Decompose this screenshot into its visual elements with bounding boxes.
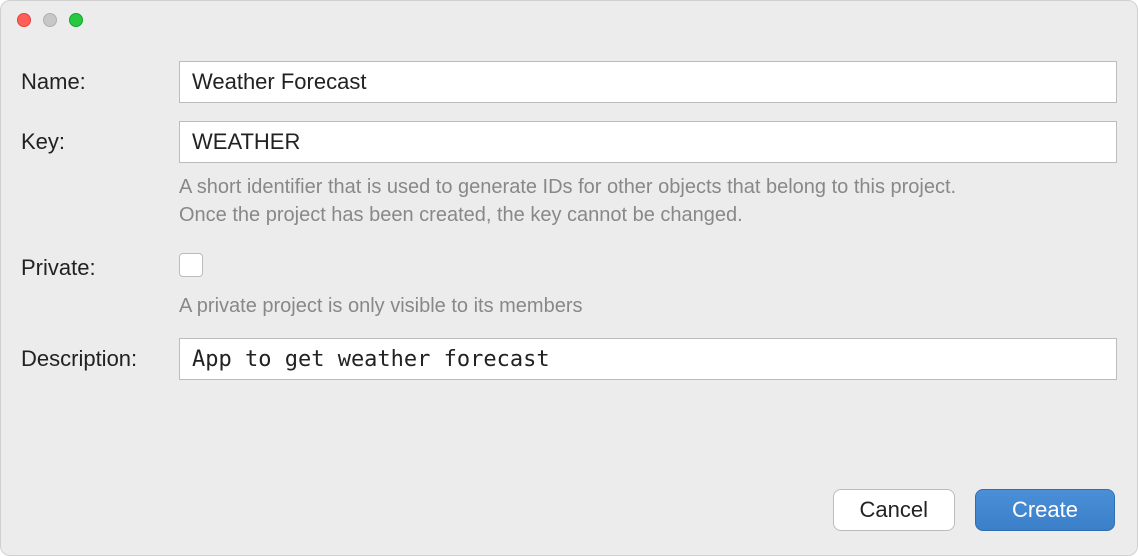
key-help-line1: A short identifier that is used to gener… [179,173,1117,201]
window-close-button[interactable] [17,13,31,27]
private-label: Private: [21,247,179,281]
private-help-text: A private project is only visible to its… [179,292,1117,320]
titlebar [1,1,1137,39]
key-input[interactable] [179,121,1117,163]
name-input[interactable] [179,61,1117,103]
key-help-line2: Once the project has been created, the k… [179,201,1117,229]
description-label: Description: [21,338,179,372]
dialog-footer: Cancel Create [1,473,1137,555]
window-maximize-button[interactable] [69,13,83,27]
private-row: Private: A private project is only visib… [21,247,1117,320]
key-label: Key: [21,121,179,155]
window-minimize-button[interactable] [43,13,57,27]
dialog-content: Name: Key: A short identifier that is us… [1,39,1137,473]
create-button[interactable]: Create [975,489,1115,531]
name-label: Name: [21,61,179,95]
cancel-button[interactable]: Cancel [833,489,955,531]
private-checkbox[interactable] [179,253,203,277]
key-row: Key: A short identifier that is used to … [21,121,1117,229]
description-row: Description: [21,338,1117,380]
name-row: Name: [21,61,1117,103]
create-project-dialog: Name: Key: A short identifier that is us… [0,0,1138,556]
key-help-text: A short identifier that is used to gener… [179,173,1117,229]
description-input[interactable] [179,338,1117,380]
